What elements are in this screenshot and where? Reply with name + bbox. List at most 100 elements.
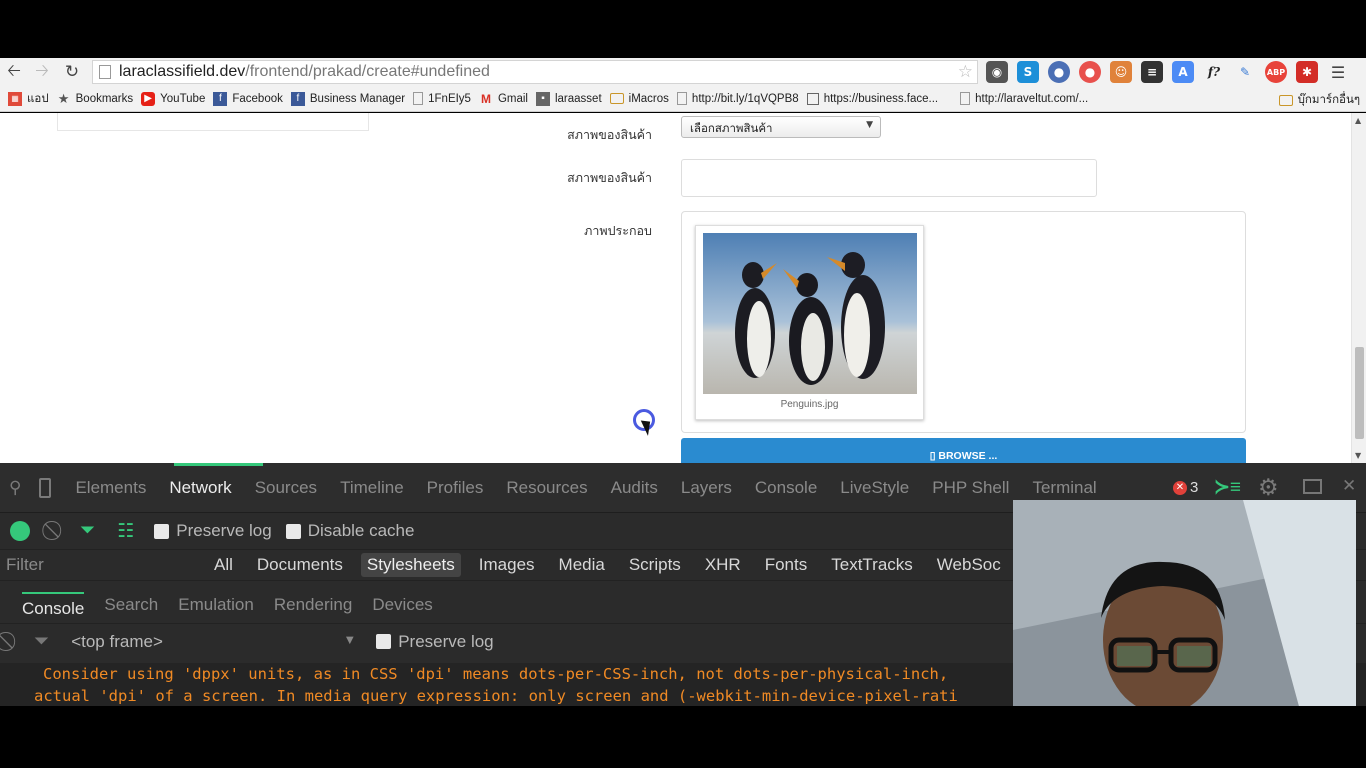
console-filter-icon[interactable]: ⏷ xyxy=(34,631,49,653)
type-filter-fonts[interactable]: Fonts xyxy=(765,555,808,575)
show-drawer-icon[interactable]: ≻≡ xyxy=(1214,476,1241,499)
page-viewport: สภาพของสินค้า เลือกสภาพสินค้า ▼ สภาพของส… xyxy=(0,113,1366,463)
disable-cache-checkbox[interactable] xyxy=(285,523,301,539)
record-icon[interactable] xyxy=(10,521,30,541)
settings-gear-icon[interactable]: ⚙ xyxy=(1258,474,1279,501)
back-button[interactable]: 🡠 xyxy=(1,59,27,85)
scroll-up-icon[interactable]: ▲ xyxy=(1355,116,1361,125)
bookmark-gmail[interactable]: M Gmail xyxy=(479,92,528,106)
page-scrollbar[interactable]: ▲ ▼ xyxy=(1351,113,1366,463)
image-caption: Penguins.jpg xyxy=(780,399,839,410)
apps-grid-icon: ▦ xyxy=(8,91,22,106)
bookmark-laraasset[interactable]: ▪ laraasset xyxy=(535,91,602,106)
device-mode-icon[interactable] xyxy=(39,477,52,498)
drawer-tab-console[interactable]: Console xyxy=(22,591,85,619)
forward-button[interactable]: 🡢 xyxy=(29,59,55,85)
bookmark-label: https://business.face... xyxy=(823,92,939,105)
type-filter-texttracks[interactable]: TextTracks xyxy=(831,555,913,575)
letterbox-bottom xyxy=(0,706,1366,768)
drawer-tab-rendering[interactable]: Rendering xyxy=(274,595,352,615)
scroll-down-icon[interactable]: ▼ xyxy=(1355,451,1361,460)
tab-audits[interactable]: Audits xyxy=(611,478,658,498)
bookmark-business-face[interactable]: https://business.face... xyxy=(806,92,939,105)
adblock-ext-icon[interactable]: ABP xyxy=(1265,61,1287,83)
eyedropper-ext-icon[interactable]: ✎ xyxy=(1234,61,1256,83)
scrollbar-thumb[interactable] xyxy=(1355,347,1364,439)
type-filter-media[interactable]: Media xyxy=(559,555,605,575)
bookmark-youtube[interactable]: ▶ YouTube xyxy=(141,91,205,106)
type-filter-stylesheets[interactable]: Stylesheets xyxy=(360,553,461,577)
frame-select[interactable]: <top frame> ▼ xyxy=(71,632,356,652)
error-badge[interactable]: ✕ 3 xyxy=(1173,479,1198,496)
console-preserve-log-checkbox[interactable] xyxy=(376,634,392,649)
filter-input[interactable]: Filter xyxy=(6,555,184,575)
user-ext-icon[interactable]: ● xyxy=(1048,61,1070,83)
s-ext-icon[interactable]: S xyxy=(1017,61,1039,83)
drawer-tab-emulation[interactable]: Emulation xyxy=(178,595,254,615)
red-ext-icon[interactable]: ● xyxy=(1079,61,1101,83)
tab-livestyle[interactable]: LiveStyle xyxy=(840,478,909,498)
tab-php-shell[interactable]: PHP Shell xyxy=(932,478,1009,498)
bookmark-1fneiy5[interactable]: 1FnEIy5 xyxy=(413,92,471,105)
left-panel xyxy=(57,113,369,131)
image-label: ภาพประกอบ xyxy=(584,223,652,238)
preserve-log-checkbox[interactable] xyxy=(154,523,170,539)
image-upload-area[interactable]: Penguins.jpg xyxy=(681,211,1246,433)
bookmark-laraveltut[interactable]: http://laraveltut.com/... xyxy=(960,92,1088,105)
tab-network[interactable]: Network xyxy=(169,478,231,498)
preserve-log-label: Preserve log xyxy=(176,521,272,540)
translate-ext-icon[interactable]: A xyxy=(1172,61,1194,83)
tab-resources[interactable]: Resources xyxy=(506,478,587,498)
type-filter-images[interactable]: Images xyxy=(479,555,535,575)
bookmark-imacros[interactable]: iMacros xyxy=(609,92,669,105)
browser-toolbar: 🡠 🡢 ↻ laraclassifield.dev/frontend/praka… xyxy=(0,58,1366,86)
tab-layers[interactable]: Layers xyxy=(681,478,732,498)
bookmark-bookmarks[interactable]: ★ Bookmarks xyxy=(57,91,133,106)
bookmark-label: laraasset xyxy=(554,92,602,105)
close-devtools-icon[interactable]: ✕ xyxy=(1342,476,1356,496)
dock-icon[interactable] xyxy=(1303,479,1322,494)
type-filter-all[interactable]: All xyxy=(214,555,233,575)
function-ext-icon[interactable]: f? xyxy=(1203,61,1225,83)
bookmark-star-icon[interactable]: ☆ xyxy=(958,62,973,82)
type-filter-scripts[interactable]: Scripts xyxy=(629,555,681,575)
tab-timeline[interactable]: Timeline xyxy=(340,478,404,498)
layers-ext-icon[interactable]: ≡ xyxy=(1141,61,1163,83)
bookmark-apps[interactable]: ▦ แอป xyxy=(8,90,49,108)
tab-profiles[interactable]: Profiles xyxy=(427,478,484,498)
bookmark-facebook[interactable]: f Facebook xyxy=(213,91,283,106)
lastpass-ext-icon[interactable]: ✱ xyxy=(1296,61,1318,83)
fox-ext-icon[interactable]: ☺ xyxy=(1110,61,1132,83)
tab-sources[interactable]: Sources xyxy=(255,478,317,498)
other-bookmarks[interactable]: บุ๊กมาร์กอื่นๆ xyxy=(1278,91,1360,109)
chevron-down-icon: ▼ xyxy=(866,120,873,130)
bookmark-label: iMacros xyxy=(628,92,669,105)
inspect-icon[interactable]: ⚲ xyxy=(9,478,21,498)
bookmark-business-manager[interactable]: f Business Manager xyxy=(290,91,405,106)
youtube-icon: ▶ xyxy=(141,91,156,106)
condition-select[interactable]: เลือกสภาพสินค้า ▼ xyxy=(681,116,881,138)
bookmark-label: http://bit.ly/1qVQPB8 xyxy=(691,92,799,105)
address-bar[interactable]: laraclassifield.dev/frontend/prakad/crea… xyxy=(92,60,978,84)
tab-terminal[interactable]: Terminal xyxy=(1032,478,1096,498)
list-view-icon[interactable]: ☷ xyxy=(117,520,134,543)
condition2-input[interactable] xyxy=(681,159,1097,197)
drawer-tab-search[interactable]: Search xyxy=(104,595,158,615)
filter-funnel-icon[interactable]: ⏷ xyxy=(80,520,95,542)
type-filter-xhr[interactable]: XHR xyxy=(705,555,741,575)
facebook-icon: f xyxy=(213,91,228,106)
type-filter-documents[interactable]: Documents xyxy=(257,555,343,575)
filter-placeholder: Filter xyxy=(6,555,44,574)
type-filter-websockets[interactable]: WebSoc xyxy=(937,555,1001,575)
browse-button[interactable]: ▯ BROWSE ... xyxy=(681,438,1246,463)
drawer-tab-devices[interactable]: Devices xyxy=(372,595,432,615)
speech-ext-icon[interactable]: ◉ xyxy=(986,61,1008,83)
gmail-icon: M xyxy=(480,91,491,106)
other-bookmarks-label: บุ๊กมาร์กอื่นๆ xyxy=(1297,94,1360,106)
menu-icon[interactable]: ☰ xyxy=(1327,61,1349,83)
bookmark-label: http://laraveltut.com/... xyxy=(975,92,1089,105)
tab-elements[interactable]: Elements xyxy=(75,478,146,498)
tab-console[interactable]: Console xyxy=(755,478,817,498)
reload-button[interactable]: ↻ xyxy=(59,59,85,85)
bookmark-bitly[interactable]: http://bit.ly/1qVQPB8 xyxy=(676,92,799,105)
